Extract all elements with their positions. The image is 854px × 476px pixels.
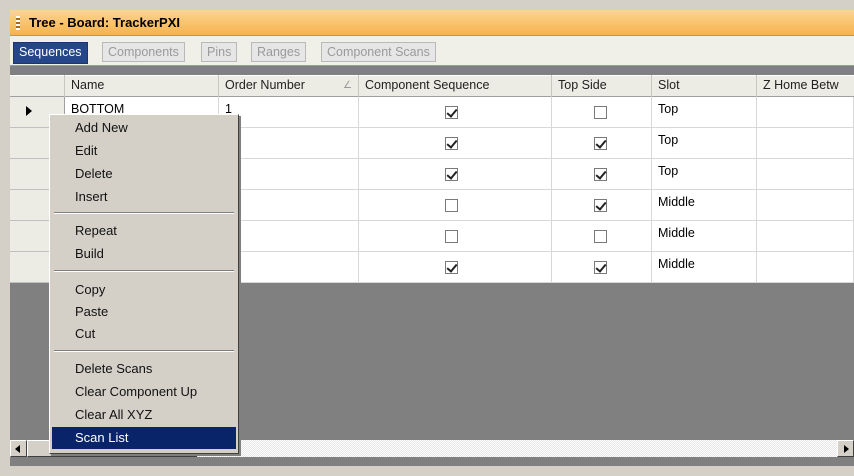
menu-item-add-new[interactable]: Add New <box>52 117 236 139</box>
current-row-icon <box>26 106 32 116</box>
menu-item-repeat[interactable]: Repeat <box>52 220 236 242</box>
menu-item-clear-component-up[interactable]: Clear Component Up <box>52 381 236 403</box>
checkbox-top-side[interactable] <box>594 137 607 150</box>
cell-component-sequence[interactable] <box>359 252 552 283</box>
scroll-right-button[interactable] <box>837 440 854 457</box>
column-header-order-number[interactable]: Order Number ∠ <box>219 75 359 97</box>
cell-component-sequence[interactable] <box>359 221 552 252</box>
cell-slot[interactable]: Top <box>652 159 757 190</box>
column-header-order-number-label: Order Number <box>225 78 305 92</box>
cell-top-side[interactable] <box>552 128 652 159</box>
row-header-corner <box>10 75 65 97</box>
cell-order-number[interactable] <box>219 128 359 159</box>
scroll-left-button[interactable] <box>10 440 27 457</box>
checkbox-top-side[interactable] <box>594 106 607 119</box>
cell-z-home[interactable] <box>757 128 854 159</box>
checkbox-top-side[interactable] <box>594 230 607 243</box>
menu-item-cut[interactable]: Cut <box>52 323 236 345</box>
cell-slot[interactable]: Middle <box>652 252 757 283</box>
checkbox-top-side[interactable] <box>594 168 607 181</box>
checkbox-component-sequence[interactable] <box>445 168 458 181</box>
cell-order-number[interactable]: 1 <box>219 97 359 128</box>
column-header-z-home[interactable]: Z Home Betw <box>757 75 854 97</box>
column-header-top-side[interactable]: Top Side <box>552 75 652 97</box>
cell-slot[interactable]: Top <box>652 128 757 159</box>
cell-order-number[interactable] <box>219 221 359 252</box>
column-header-component-sequence[interactable]: Component Sequence <box>359 75 552 97</box>
column-header-name[interactable]: Name <box>65 75 219 97</box>
checkbox-component-sequence[interactable] <box>445 137 458 150</box>
menu-item-build[interactable]: Build <box>52 243 236 265</box>
checkbox-component-sequence[interactable] <box>445 199 458 212</box>
checkbox-component-sequence[interactable] <box>445 261 458 274</box>
cell-order-number[interactable] <box>219 252 359 283</box>
cell-component-sequence[interactable] <box>359 159 552 190</box>
menu-item-delete-scans[interactable]: Delete Scans <box>52 358 236 380</box>
menu-item-delete[interactable]: Delete <box>52 163 236 185</box>
menu-item-insert[interactable]: Insert <box>52 186 236 208</box>
cell-slot[interactable]: Top <box>652 97 757 128</box>
menu-item-paste[interactable]: Paste <box>52 301 236 323</box>
title-bar: Tree - Board: TrackerPXI <box>10 10 854 36</box>
menu-separator <box>54 350 234 352</box>
arrow-right-icon <box>844 445 849 453</box>
drag-grip-icon[interactable] <box>16 16 20 30</box>
menu-item-copy[interactable]: Copy <box>52 279 236 301</box>
menu-item-scan-list[interactable]: Scan List <box>52 427 236 449</box>
cell-top-side[interactable] <box>552 252 652 283</box>
cell-order-number[interactable] <box>219 159 359 190</box>
cell-component-sequence[interactable] <box>359 128 552 159</box>
menu-separator <box>54 270 234 272</box>
cell-component-sequence[interactable] <box>359 97 552 128</box>
cell-z-home[interactable] <box>757 97 854 128</box>
cell-z-home[interactable] <box>757 159 854 190</box>
arrow-left-icon <box>15 445 20 453</box>
cell-slot[interactable]: Middle <box>652 190 757 221</box>
cell-z-home[interactable] <box>757 221 854 252</box>
cell-top-side[interactable] <box>552 159 652 190</box>
tab-sequences[interactable]: Sequences <box>13 42 88 64</box>
checkbox-top-side[interactable] <box>594 199 607 212</box>
column-header-slot[interactable]: Slot <box>652 75 757 97</box>
menu-item-clear-all-xyz[interactable]: Clear All XYZ <box>52 404 236 426</box>
checkbox-component-sequence[interactable] <box>445 106 458 119</box>
checkbox-top-side[interactable] <box>594 261 607 274</box>
cell-top-side[interactable] <box>552 97 652 128</box>
menu-separator <box>54 212 234 214</box>
cell-z-home[interactable] <box>757 190 854 221</box>
sort-indicator-icon: ∠ <box>343 80 352 91</box>
cell-order-number[interactable] <box>219 190 359 221</box>
cell-component-sequence[interactable] <box>359 190 552 221</box>
menu-item-edit[interactable]: Edit <box>52 140 236 162</box>
window-title: Tree - Board: TrackerPXI <box>29 15 181 30</box>
tab-component-scans[interactable]: Component Scans <box>321 42 436 62</box>
checkbox-component-sequence[interactable] <box>445 230 458 243</box>
tab-ranges[interactable]: Ranges <box>251 42 307 62</box>
tab-pins[interactable]: Pins <box>201 42 238 62</box>
cell-top-side[interactable] <box>552 190 652 221</box>
cell-top-side[interactable] <box>552 221 652 252</box>
cell-z-home[interactable] <box>757 252 854 283</box>
cell-slot[interactable]: Middle <box>652 221 757 252</box>
tab-components[interactable]: Components <box>102 42 185 62</box>
